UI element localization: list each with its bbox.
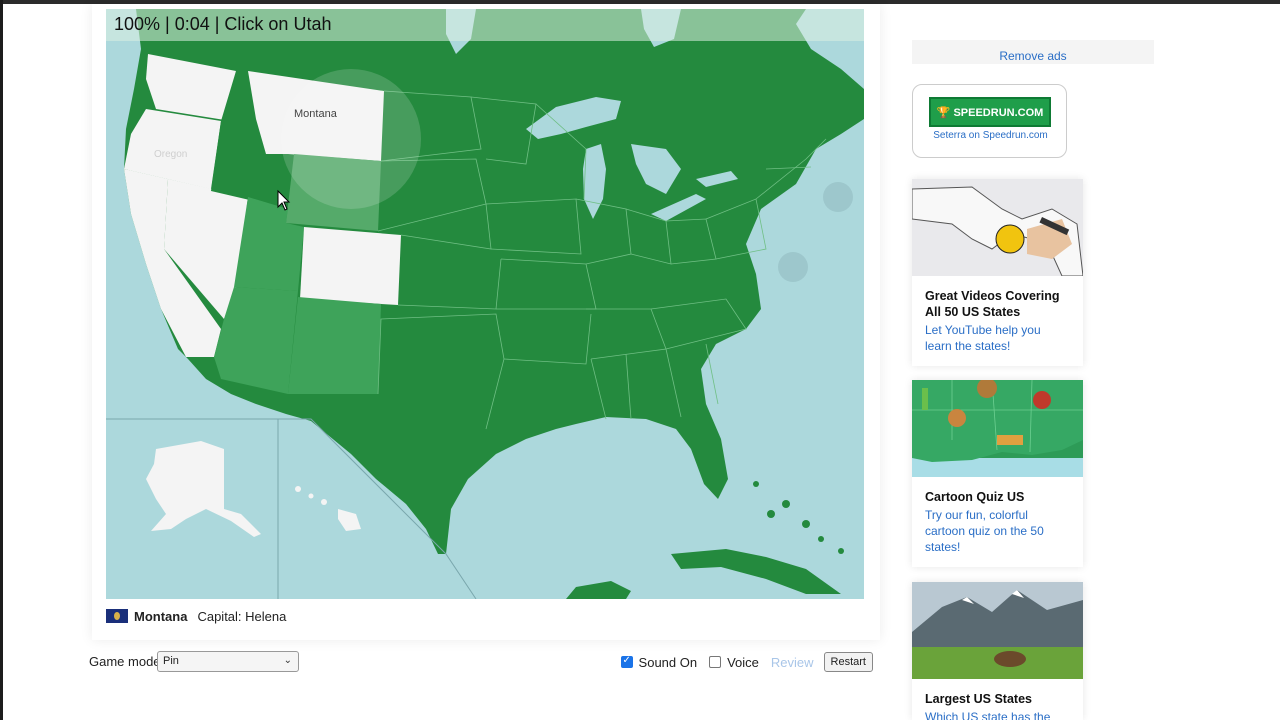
ad-title: Largest US States <box>925 692 1032 706</box>
ad-title: Great Videos Covering All 50 US States <box>925 289 1060 319</box>
state-info-row: Montana Capital: Helena <box>106 606 286 626</box>
speedrun-logo: 🏆 SPEEDRUN.COM <box>929 97 1051 127</box>
speedrun-card[interactable]: 🏆 SPEEDRUN.COM Seterra on Speedrun.com <box>912 84 1067 158</box>
voice-label[interactable]: Voice <box>727 655 759 670</box>
sound-label[interactable]: Sound On <box>639 655 698 670</box>
us-map[interactable]: Montana Oregon <box>106 9 864 599</box>
ad-thumb-mountains <box>912 582 1083 679</box>
state-colorado[interactable] <box>300 227 401 305</box>
speedrun-caption[interactable]: Seterra on Speedrun.com <box>913 130 1068 141</box>
remove-ads-link[interactable]: Remove ads <box>912 40 1154 64</box>
restart-button[interactable]: Restart <box>823 652 873 672</box>
label-montana: Montana <box>294 108 338 120</box>
review-link[interactable]: Review <box>771 655 814 670</box>
map-area[interactable]: Montana Oregon 100% | 0:04 | Click on Ut… <box>106 9 864 599</box>
info-capital: Capital: Helena <box>197 608 287 624</box>
state-new-mexico[interactable] <box>288 297 381 394</box>
right-controls: Sound On Voice Review Restart <box>620 651 873 673</box>
flag-icon <box>106 609 128 623</box>
game-mode-label: Game mode: <box>89 654 165 669</box>
speedrun-logo-text: SPEEDRUN.COM <box>953 107 1044 119</box>
ad-title: Cartoon Quiz US <box>925 490 1025 504</box>
voice-checkbox[interactable] <box>709 656 722 668</box>
game-controls: Game mode: Pin ⌄ Sound On Voice Review R… <box>89 651 873 673</box>
sound-checkbox[interactable] <box>620 655 633 668</box>
ad-thumb-whiteboard <box>912 179 1083 276</box>
window-left-edge <box>0 0 3 720</box>
game-mode-value: Pin <box>163 655 179 667</box>
ad-thumb-cartoon <box>912 380 1083 477</box>
label-oregon: Oregon <box>154 149 187 160</box>
chevron-down-icon: ⌄ <box>283 655 292 666</box>
info-state-name: Montana <box>134 608 188 624</box>
game-mode-select[interactable]: Pin ⌄ <box>157 651 299 672</box>
faint-marker-2 <box>778 252 808 282</box>
trophy-icon: 🏆 <box>936 107 951 119</box>
status-bar: 100% | 0:04 | Click on Utah <box>106 9 864 41</box>
faint-marker-1 <box>823 182 853 212</box>
ad-desc[interactable]: Which US state has the <box>912 707 1083 720</box>
ad-desc[interactable]: Try our fun, colorful cartoon quiz on th… <box>912 505 1083 555</box>
ad-card-largest[interactable]: Largest US States Which US state has the <box>912 582 1083 720</box>
hover-highlight <box>281 69 421 209</box>
ad-card-videos[interactable]: Great Videos Covering All 50 US States L… <box>912 179 1083 366</box>
quiz-status-text: 100% | 0:04 | Click on Utah <box>114 14 332 34</box>
ad-card-cartoon[interactable]: Cartoon Quiz US Try our fun, colorful ca… <box>912 380 1083 567</box>
ad-desc[interactable]: Let YouTube help you learn the states! <box>912 320 1083 354</box>
